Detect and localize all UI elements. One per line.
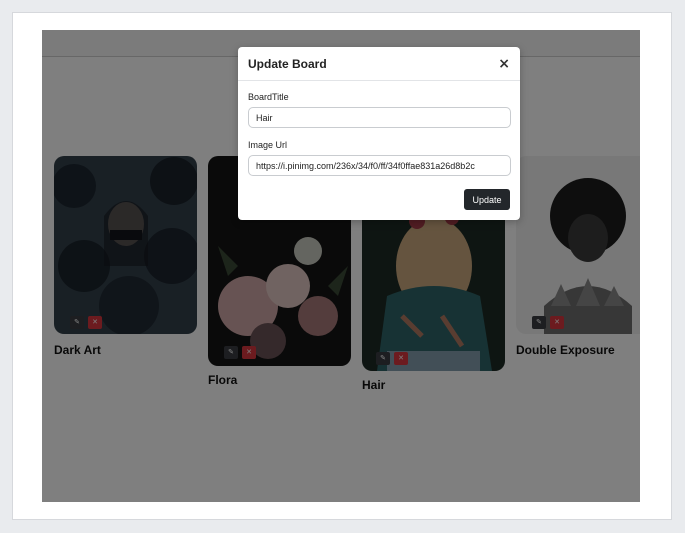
close-button[interactable]: × xyxy=(498,56,510,72)
update-board-modal: Update Board × BoardTitle Image Url Upda… xyxy=(238,47,520,220)
modal-body: BoardTitle Image Url xyxy=(238,81,520,185)
image-url-label: Image Url xyxy=(248,140,288,150)
board-title-input[interactable] xyxy=(248,107,511,128)
modal-header: Update Board × xyxy=(238,47,520,81)
board-title-label: BoardTitle xyxy=(248,92,289,102)
update-button[interactable]: Update xyxy=(464,189,510,210)
modal-title: Update Board xyxy=(248,56,327,71)
image-url-input[interactable] xyxy=(248,155,511,176)
close-icon: × xyxy=(498,55,510,72)
